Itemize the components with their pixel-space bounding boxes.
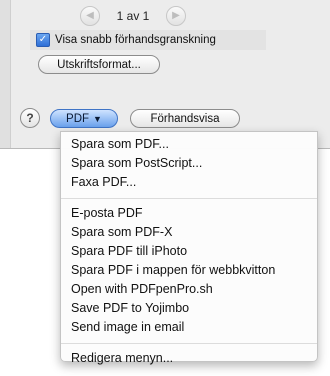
quick-preview-checkbox[interactable]: ✓ bbox=[36, 33, 50, 47]
page-format-button[interactable]: Utskriftsformat... bbox=[38, 55, 160, 74]
menu-item-save-web-receipts[interactable]: Spara PDF i mappen för webbkvitton bbox=[61, 261, 317, 280]
left-arrow-icon: ◀ bbox=[86, 10, 94, 21]
menu-item-fax-pdf[interactable]: Faxa PDF... bbox=[61, 173, 317, 192]
menu-item-edit-menu[interactable]: Redigera menyn... bbox=[61, 349, 317, 368]
checkmark-icon: ✓ bbox=[38, 34, 48, 45]
pdf-button-label: PDF bbox=[66, 112, 90, 125]
menu-separator bbox=[61, 343, 317, 344]
triangle-down-icon: ▼ bbox=[93, 113, 102, 124]
sheet-left-edge bbox=[0, 0, 11, 148]
preview-button[interactable]: Förhandsvisa bbox=[130, 109, 240, 128]
quick-preview-label: Visa snabb förhandsgranskning bbox=[55, 34, 216, 46]
menu-separator bbox=[61, 198, 317, 199]
quick-preview-option[interactable]: ✓ Visa snabb förhandsgranskning bbox=[30, 30, 266, 50]
right-arrow-icon: ▶ bbox=[172, 10, 180, 21]
pdf-dropdown-menu: Spara som PDF... Spara som PostScript...… bbox=[60, 131, 318, 365]
next-page-button[interactable]: ▶ bbox=[166, 6, 186, 26]
menu-item-save-as-pdf[interactable]: Spara som PDF... bbox=[61, 135, 317, 154]
page-count-label: 1 av 1 bbox=[116, 9, 150, 23]
menu-item-send-image-email[interactable]: Send image in email bbox=[61, 318, 317, 337]
previous-page-button[interactable]: ◀ bbox=[80, 6, 100, 26]
pdf-menu-button[interactable]: PDF ▼ bbox=[50, 109, 118, 128]
menu-item-save-to-yojimbo[interactable]: Save PDF to Yojimbo bbox=[61, 299, 317, 318]
help-button[interactable]: ? bbox=[20, 108, 40, 128]
page-navigator: ◀ 1 av 1 ▶ bbox=[80, 6, 186, 26]
menu-item-save-to-iphoto[interactable]: Spara PDF till iPhoto bbox=[61, 242, 317, 261]
menu-item-email-pdf[interactable]: E-posta PDF bbox=[61, 204, 317, 223]
menu-item-open-pdfpenpro[interactable]: Open with PDFpenPro.sh bbox=[61, 280, 317, 299]
menu-item-save-as-pdf-x[interactable]: Spara som PDF-X bbox=[61, 223, 317, 242]
menu-item-save-as-postscript[interactable]: Spara som PostScript... bbox=[61, 154, 317, 173]
print-dialog-sheet: ◀ 1 av 1 ▶ ✓ Visa snabb förhandsgranskni… bbox=[0, 0, 330, 149]
